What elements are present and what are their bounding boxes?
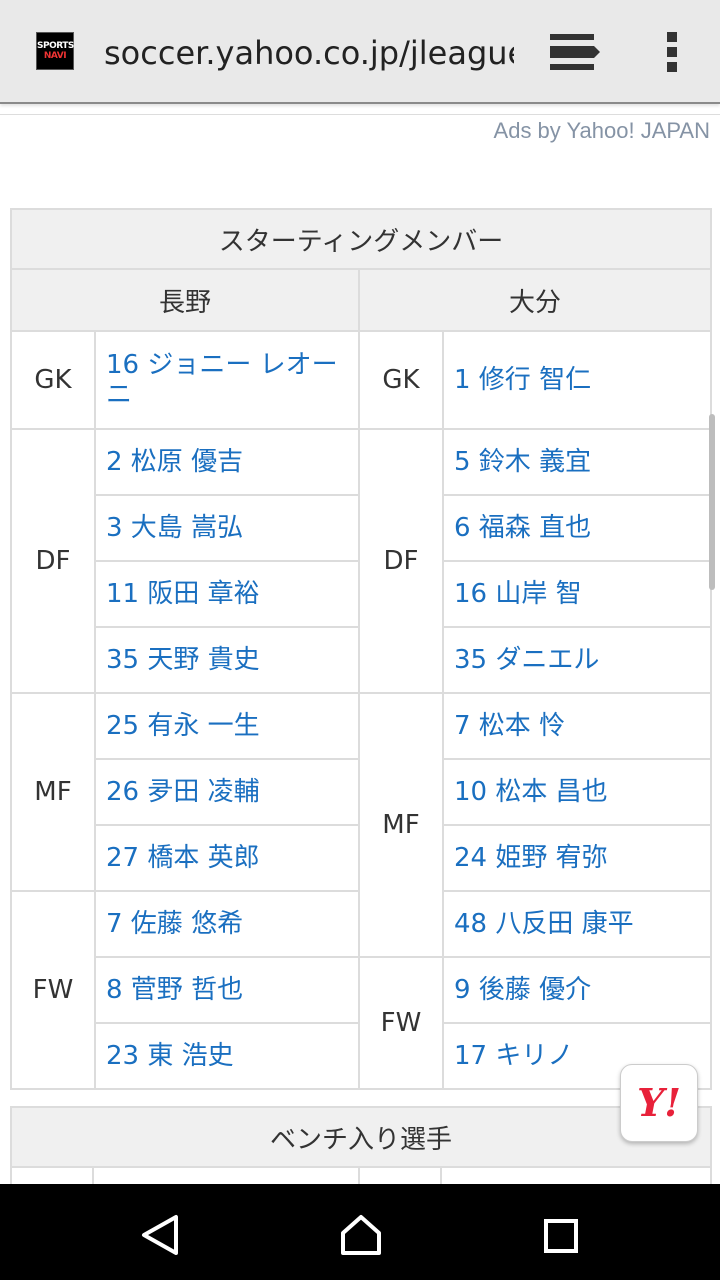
lineup-title: スターティングメンバー	[9, 208, 713, 270]
away-player-link[interactable]: 7 松本 怜	[441, 692, 713, 760]
home-player-link[interactable]: 25 有永 一生	[94, 692, 360, 760]
home-player-link[interactable]: 7 佐藤 悠希	[94, 890, 360, 958]
url-field[interactable]: soccer.yahoo.co.jp/jleague	[104, 28, 514, 78]
home-team-name: 長野	[10, 268, 360, 332]
home-player-link[interactable]: 16 ジョニー レオーニ	[94, 330, 360, 430]
home-position-df: DF	[10, 428, 96, 694]
away-position-df: DF	[358, 428, 444, 694]
recent-apps-icon[interactable]	[543, 1218, 579, 1254]
page-scrollbar[interactable]	[709, 414, 715, 590]
home-icon[interactable]	[340, 1214, 382, 1256]
tabs-icon[interactable]	[548, 30, 602, 74]
divider	[0, 114, 720, 115]
away-player-link[interactable]: 9 後藤 優介	[441, 956, 713, 1024]
overflow-menu-icon[interactable]	[660, 30, 684, 74]
yahoo-floating-button[interactable]: Y!	[620, 1064, 698, 1142]
away-player-link[interactable]: 5 鈴木 義宜	[441, 428, 713, 496]
away-player-link[interactable]: 10 松本 昌也	[441, 758, 713, 826]
home-position-mf: MF	[10, 692, 96, 892]
site-favicon-icon: SPORTS NAVI	[36, 32, 74, 70]
browser-toolbar: SPORTS NAVI soccer.yahoo.co.jp/jleague	[0, 0, 720, 104]
home-player-link[interactable]: 35 天野 貴史	[94, 626, 360, 694]
home-player-link[interactable]: 23 東 浩史	[94, 1022, 360, 1090]
home-player-link[interactable]: 26 夛田 凌輔	[94, 758, 360, 826]
away-player-link[interactable]: 24 姫野 宥弥	[441, 824, 713, 892]
away-team-name: 大分	[357, 268, 713, 332]
home-player-link[interactable]: 2 松原 優吉	[94, 428, 360, 496]
home-position-gk: GK	[10, 330, 96, 430]
away-position-mf: MF	[358, 692, 444, 958]
back-icon[interactable]	[140, 1214, 180, 1256]
away-player-link[interactable]: 48 八反田 康平	[441, 890, 713, 958]
away-position-fw: FW	[358, 956, 444, 1090]
bench-title: ベンチ入り選手	[9, 1106, 713, 1168]
home-player-link[interactable]: 3 大島 嵩弘	[94, 494, 360, 562]
home-position-fw: FW	[10, 890, 96, 1090]
starting-lineup-table: スターティングメンバー 長野 大分 GK 16 ジョニー レオーニ GK 1 修…	[9, 208, 713, 1090]
away-player-link[interactable]: 35 ダニエル	[441, 626, 713, 694]
away-player-link[interactable]: 16 山岸 智	[441, 560, 713, 628]
ads-label[interactable]: Ads by Yahoo! JAPAN	[494, 118, 710, 144]
away-player-link[interactable]: 6 福森 直也	[441, 494, 713, 562]
home-player-link[interactable]: 27 橋本 英郎	[94, 824, 360, 892]
away-position-gk: GK	[358, 330, 444, 430]
home-player-link[interactable]: 11 阪田 章裕	[94, 560, 360, 628]
home-player-link[interactable]: 8 菅野 哲也	[94, 956, 360, 1024]
away-player-link[interactable]: 1 修行 智仁	[441, 330, 713, 430]
